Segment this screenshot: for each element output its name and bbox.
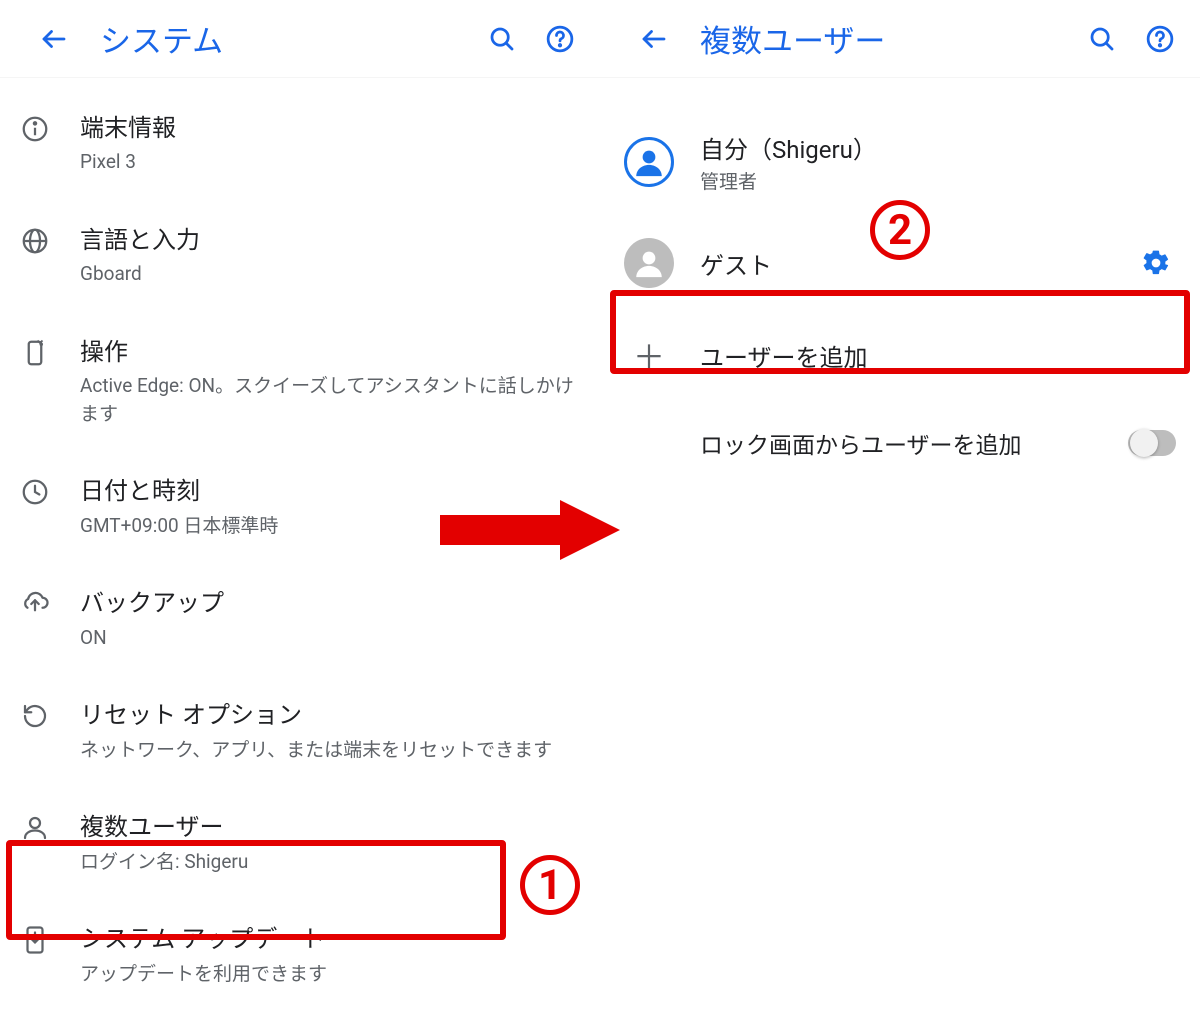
info-icon <box>20 112 80 144</box>
search-button[interactable] <box>1080 17 1124 61</box>
page-title: 複数ユーザー <box>700 16 1066 61</box>
setting-title: 言語と入力 <box>80 224 582 256</box>
setting-sub: ON <box>80 624 582 652</box>
cloud-upload-icon <box>20 587 80 619</box>
toggle-switch[interactable] <box>1128 430 1176 456</box>
lock-add-label: ロック画面からユーザーを追加 <box>700 426 1128 460</box>
setting-title: バックアップ <box>80 587 582 619</box>
user-self-title: 自分（Shigeru） <box>700 130 1176 165</box>
add-user-row[interactable]: ＋ ユーザーを追加 <box>600 310 1200 400</box>
search-button[interactable] <box>480 17 524 61</box>
help-button[interactable] <box>1138 17 1182 61</box>
setting-sub: Active Edge: ON。スクイーズしてアシスタントに話しかけます <box>80 372 582 427</box>
setting-backup[interactable]: バックアップ ON <box>0 563 600 675</box>
setting-title: 複数ユーザー <box>80 811 582 843</box>
appbar-system: システム <box>0 0 600 78</box>
gestures-icon <box>20 336 80 368</box>
setting-gestures[interactable]: 操作 Active Edge: ON。スクイーズしてアシスタントに話しかけます <box>0 312 600 451</box>
system-update-icon <box>20 923 80 955</box>
setting-multiple-users[interactable]: 複数ユーザー ログイン名: Shigeru <box>0 787 600 899</box>
setting-title: 日付と時刻 <box>80 475 582 507</box>
user-self-sub: 管理者 <box>700 167 1176 194</box>
setting-sub: アップデートを利用できます <box>80 960 582 988</box>
setting-sub: ネットワーク、アプリ、または端末をリセットできます <box>80 736 582 764</box>
user-guest-title: ゲスト <box>700 246 1136 281</box>
setting-sub: ログイン名: Shigeru <box>80 848 582 876</box>
system-settings-screen: システム 端末情報 Pixel 3 言語と入力 Gboard <box>0 0 600 1005</box>
multiple-users-screen: 複数ユーザー 自分（Shigeru） 管理者 ゲスト ＋ ユーザーを追加 <box>600 0 1200 1005</box>
guest-settings-button[interactable] <box>1136 248 1176 278</box>
user-guest-row[interactable]: ゲスト <box>600 216 1200 310</box>
reset-icon <box>20 699 80 731</box>
setting-system-update[interactable]: システム アップデート アップデートを利用できます <box>0 899 600 1011</box>
setting-title: システム アップデート <box>80 923 582 955</box>
user-self-row[interactable]: 自分（Shigeru） 管理者 <box>600 108 1200 216</box>
help-button[interactable] <box>538 17 582 61</box>
setting-about-phone[interactable]: 端末情報 Pixel 3 <box>0 88 600 200</box>
avatar-self <box>624 137 674 187</box>
add-user-from-lock-row[interactable]: ロック画面からユーザーを追加 <box>600 400 1200 486</box>
globe-icon <box>20 224 80 256</box>
back-button[interactable] <box>632 17 676 61</box>
settings-list: 端末情報 Pixel 3 言語と入力 Gboard 操作 Active Edge… <box>0 78 600 1011</box>
page-title: システム <box>100 16 466 61</box>
setting-languages-input[interactable]: 言語と入力 Gboard <box>0 200 600 312</box>
appbar-users: 複数ユーザー <box>600 0 1200 78</box>
back-button[interactable] <box>32 17 76 61</box>
setting-title: 操作 <box>80 336 582 368</box>
clock-icon <box>20 475 80 507</box>
add-user-label: ユーザーを追加 <box>700 338 868 373</box>
setting-sub: Pixel 3 <box>80 148 582 176</box>
setting-title: 端末情報 <box>80 112 582 144</box>
avatar-guest <box>624 238 674 288</box>
person-icon <box>20 811 80 843</box>
setting-sub: GMT+09:00 日本標準時 <box>80 512 582 540</box>
setting-date-time[interactable]: 日付と時刻 GMT+09:00 日本標準時 <box>0 451 600 563</box>
plus-icon: ＋ <box>624 332 674 378</box>
setting-sub: Gboard <box>80 260 582 288</box>
setting-title: リセット オプション <box>80 699 582 731</box>
setting-reset-options[interactable]: リセット オプション ネットワーク、アプリ、または端末をリセットできます <box>0 675 600 787</box>
